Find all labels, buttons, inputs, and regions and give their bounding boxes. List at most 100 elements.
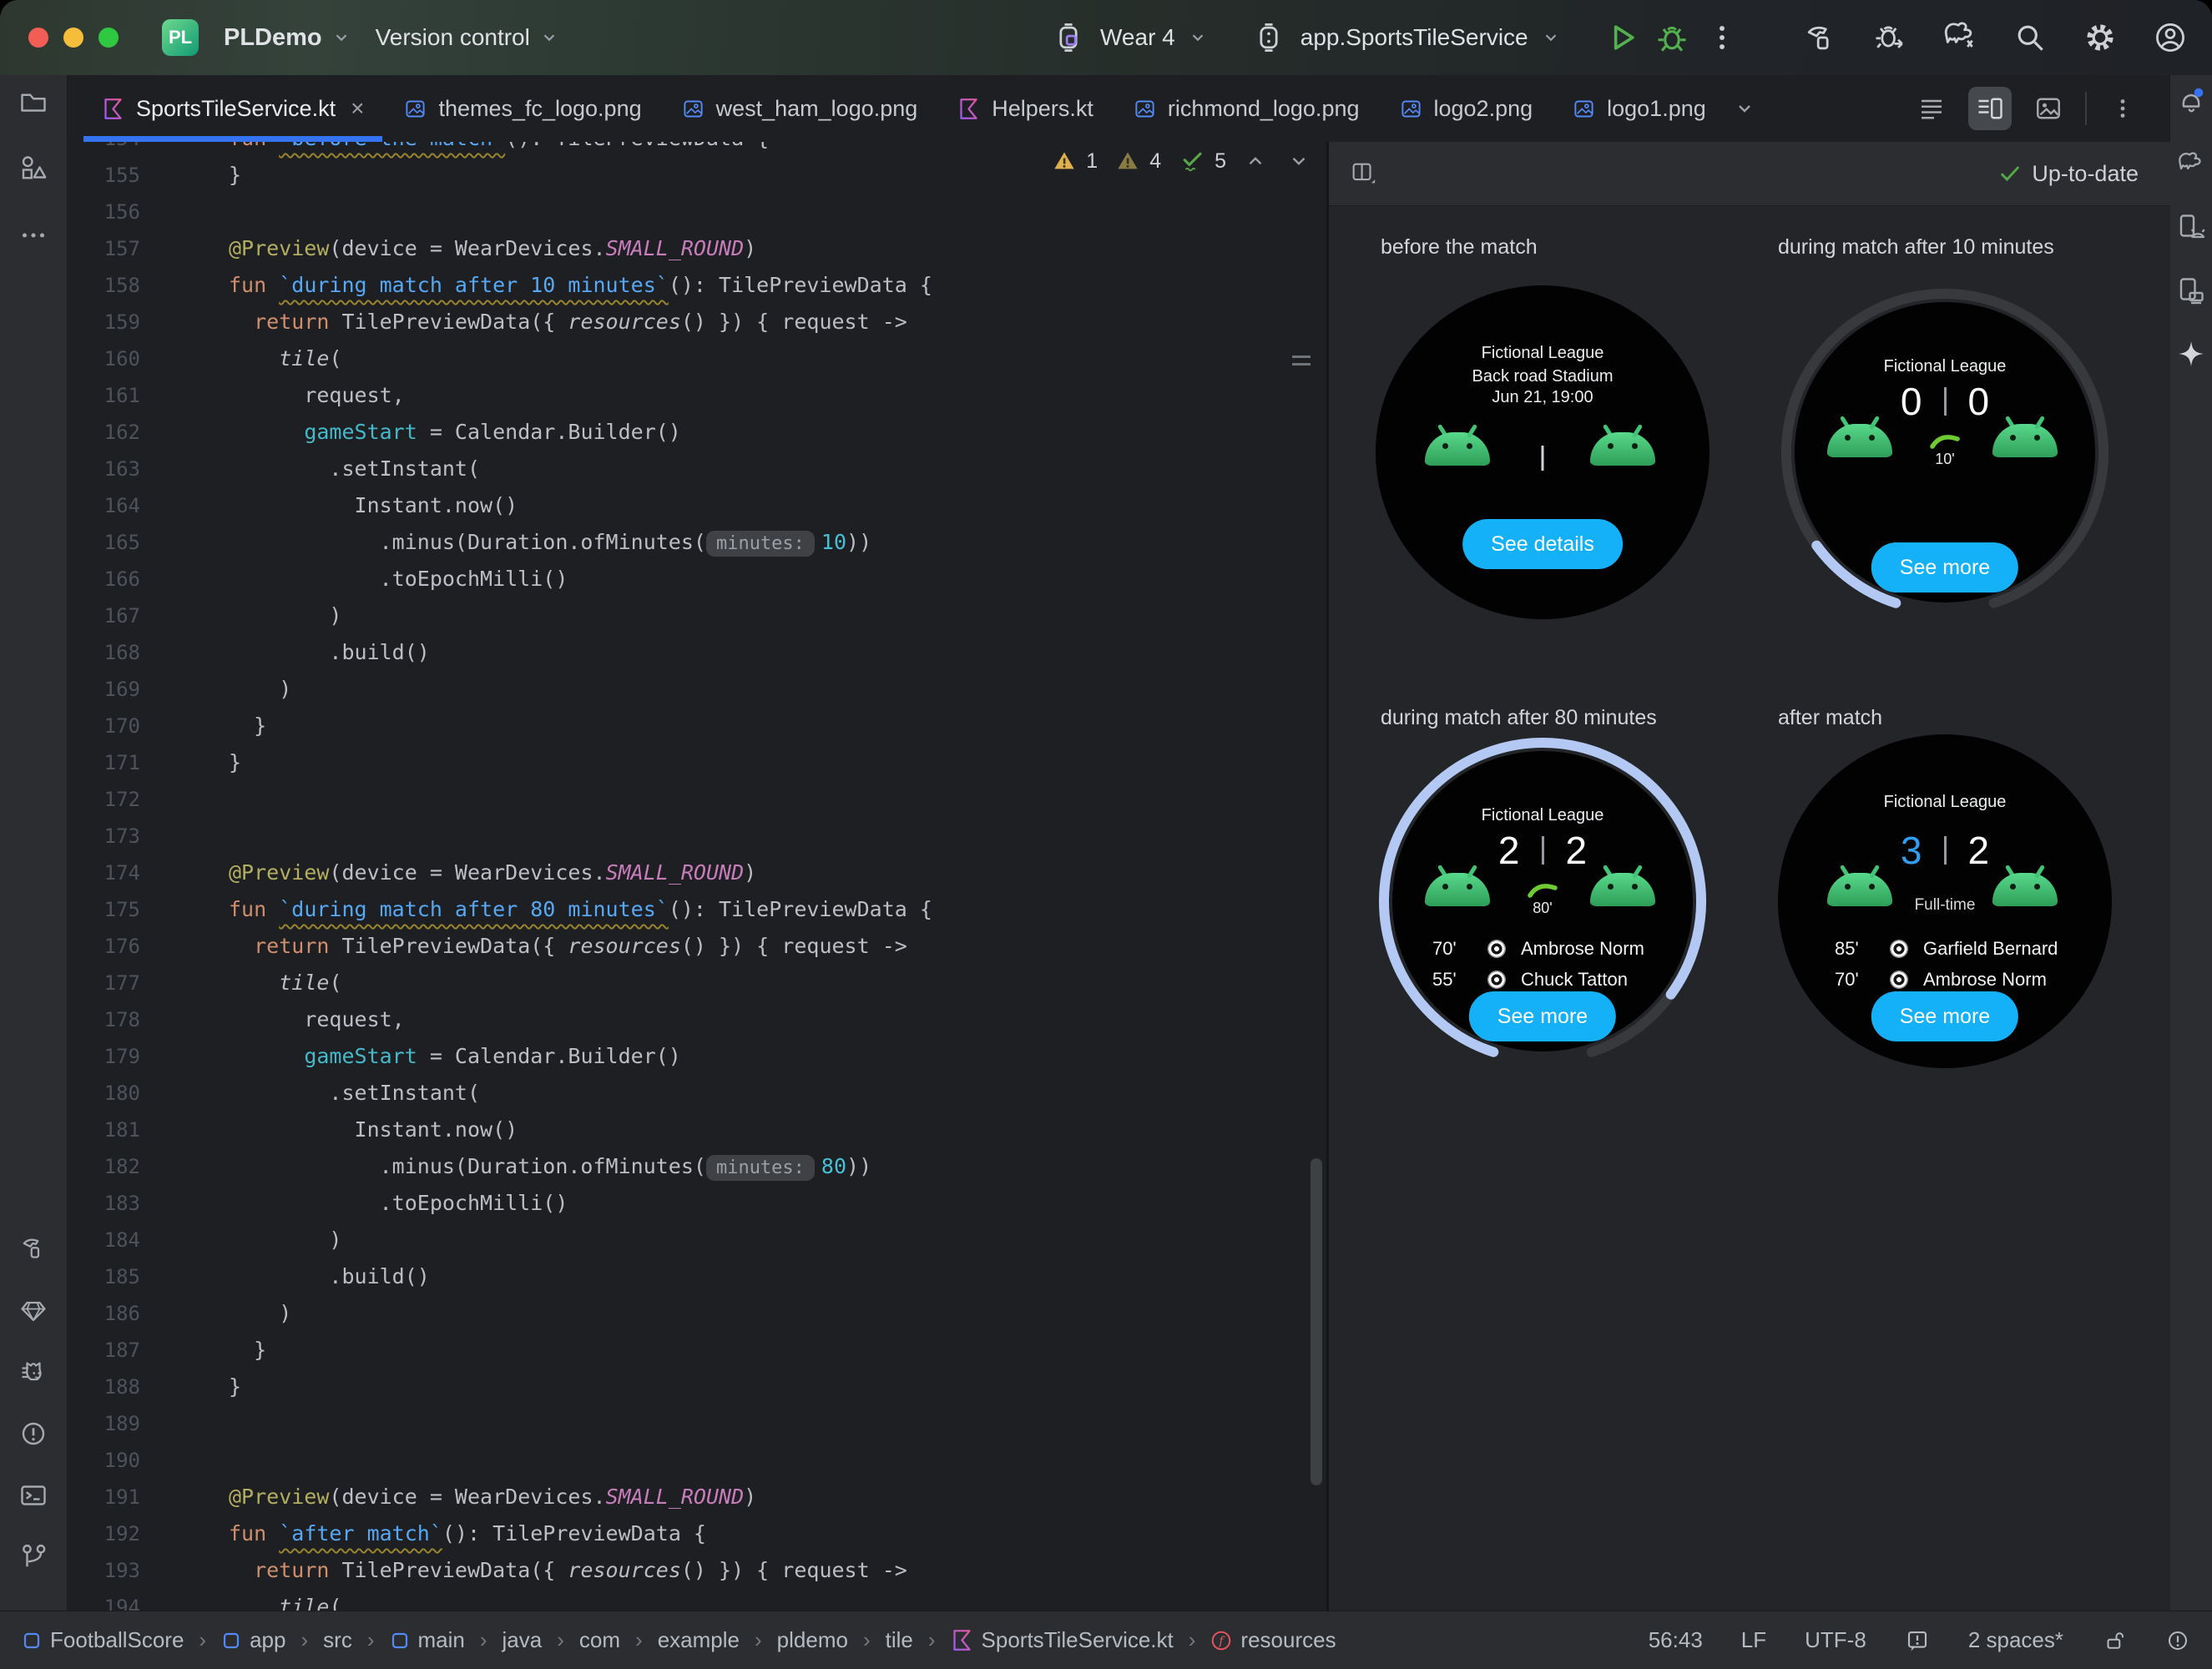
breadcrumb-item-pldemo[interactable]: pldemo [777,1627,848,1653]
indent-setting[interactable]: 2 spaces* [1968,1627,2063,1653]
attach-debugger-icon[interactable] [1871,19,1908,56]
build-hammer-icon[interactable] [1801,19,1838,56]
breadcrumb-item-example[interactable]: example [658,1627,740,1653]
minimize-window-button[interactable] [63,28,83,48]
line-number[interactable]: 154 [67,142,140,157]
terminal-tool-icon[interactable] [18,1480,48,1510]
caret-position[interactable]: 56:43 [1649,1627,1703,1653]
breadcrumb-item-src[interactable]: src [323,1627,352,1653]
line-number[interactable]: 165 [67,524,140,561]
zoom-window-button[interactable] [98,28,119,48]
line-number[interactable]: 178 [67,1001,140,1038]
tab-logo1.png[interactable]: logo1.png [1553,75,1726,142]
hidden-tabs-chevron[interactable] [1735,98,1755,118]
tab-Helpers.kt[interactable]: Helpers.kt [937,75,1114,142]
line-number[interactable]: 183 [67,1185,140,1222]
line-separator[interactable]: LF [1741,1627,1766,1653]
run-configuration-selector[interactable]: app.SportsTileService [1300,24,1528,51]
device-selector[interactable]: Wear 4 [1100,24,1175,51]
profiler-icon[interactable] [18,1357,48,1387]
inspection-widget[interactable]: 1 4 5 [1053,149,1310,174]
breadcrumb-item-resources[interactable]: f resources [1210,1627,1336,1653]
split-view-icon[interactable] [1968,87,2012,130]
gradle-tool-icon[interactable] [2176,149,2206,179]
line-number[interactable]: 184 [67,1222,140,1258]
line-number[interactable]: 194 [67,1589,140,1611]
line-number[interactable]: 160 [67,340,140,377]
tab-richmond_logo.png[interactable]: richmond_logo.png [1114,75,1380,142]
breadcrumb-item-tile[interactable]: tile [886,1627,913,1653]
line-number[interactable]: 193 [67,1552,140,1589]
version-control-tool-icon[interactable] [18,1542,48,1572]
editor-only-view-icon[interactable] [1917,93,1947,124]
line-number[interactable]: 174 [67,855,140,891]
editor-scrollbar[interactable] [1311,1158,1322,1485]
search-everywhere-icon[interactable] [2012,19,2048,56]
line-number[interactable]: 190 [67,1442,140,1479]
line-number[interactable]: 185 [67,1258,140,1295]
run-button[interactable] [1603,19,1640,56]
preview-only-view-icon[interactable] [2033,93,2063,124]
close-tab-icon[interactable]: × [351,95,364,122]
code-editor[interactable]: 154fun `before the match`(): TilePreview… [67,142,1326,1611]
line-number[interactable]: 172 [67,781,140,818]
line-number[interactable]: 171 [67,744,140,781]
line-number[interactable]: 176 [67,928,140,965]
inspections-widget-icon[interactable] [1905,1628,1930,1653]
line-number[interactable]: 192 [67,1515,140,1552]
line-number[interactable]: 187 [67,1332,140,1369]
line-number[interactable]: 164 [67,487,140,524]
problems-tool-icon[interactable] [18,1419,48,1449]
breadcrumb-item-java[interactable]: java [502,1627,543,1653]
file-encoding[interactable]: UTF-8 [1805,1627,1866,1653]
tab-west_ham_logo.png[interactable]: west_ham_logo.png [662,75,938,142]
notifications-bell-icon[interactable] [2176,85,2206,115]
close-window-button[interactable] [28,28,48,48]
account-avatar-icon[interactable] [2152,19,2189,56]
line-number[interactable]: 159 [67,304,140,340]
line-number[interactable]: 173 [67,818,140,855]
line-number[interactable]: 177 [67,965,140,1001]
next-problem-chevron-icon[interactable] [1288,150,1310,172]
breadcrumb-item-FootballScore[interactable]: FootballScore [22,1627,184,1653]
breadcrumb-item-main[interactable]: main [390,1627,465,1653]
line-number[interactable]: 179 [67,1038,140,1075]
tab-logo2.png[interactable]: logo2.png [1380,75,1553,142]
watch-tile-preview[interactable]: Fictional League 0 0 10' See more [1776,284,2114,621]
line-number[interactable]: 163 [67,451,140,487]
line-number[interactable]: 188 [67,1369,140,1405]
watch-tile-preview[interactable]: Fictional League 3 2 Full-time 85' Garfield B… [1776,733,2114,1070]
breadcrumb-item-app[interactable]: app [221,1627,285,1653]
line-number[interactable]: 162 [67,414,140,451]
line-number[interactable]: 167 [67,598,140,634]
line-number[interactable]: 169 [67,671,140,708]
line-number[interactable]: 161 [67,377,140,414]
tab-options-kebab-icon[interactable] [2108,94,2137,123]
line-number[interactable]: 170 [67,708,140,744]
line-number[interactable]: 180 [67,1075,140,1112]
writable-lock-icon[interactable] [2102,1628,2127,1653]
running-devices-icon[interactable] [2176,275,2206,305]
breadcrumb-item-SportsTileService.kt[interactable]: SportsTileService.kt [951,1627,1174,1653]
watch-tile-preview[interactable]: Fictional League Back road Stadium Jun 21,… [1374,284,1711,621]
line-number[interactable]: 191 [67,1479,140,1515]
line-number[interactable]: 175 [67,891,140,928]
more-actions-kebab-icon[interactable] [1704,19,1740,56]
gradle-sync-icon[interactable] [1942,19,1978,56]
ide-errors-icon[interactable] [2165,1628,2190,1653]
line-number[interactable]: 156 [67,194,140,230]
line-number[interactable]: 155 [67,157,140,194]
settings-gear-icon[interactable] [2082,19,2119,56]
line-number[interactable]: 157 [67,230,140,267]
more-tool-windows-icon[interactable] [18,220,48,250]
line-number[interactable]: 182 [67,1148,140,1185]
resource-manager-icon[interactable] [18,154,48,184]
gemini-star-icon[interactable] [2176,339,2206,369]
line-number[interactable]: 189 [67,1405,140,1442]
watch-tile-preview[interactable]: Fictional League 2 2 80' 70' Ambrose Norm 55' C… [1374,733,1711,1070]
preview-layout-icon[interactable] [1349,159,1377,188]
vcs-menu[interactable]: Version control [376,24,558,51]
breadcrumb-item-com[interactable]: com [579,1627,620,1653]
line-number[interactable]: 158 [67,267,140,304]
line-number[interactable]: 181 [67,1112,140,1148]
